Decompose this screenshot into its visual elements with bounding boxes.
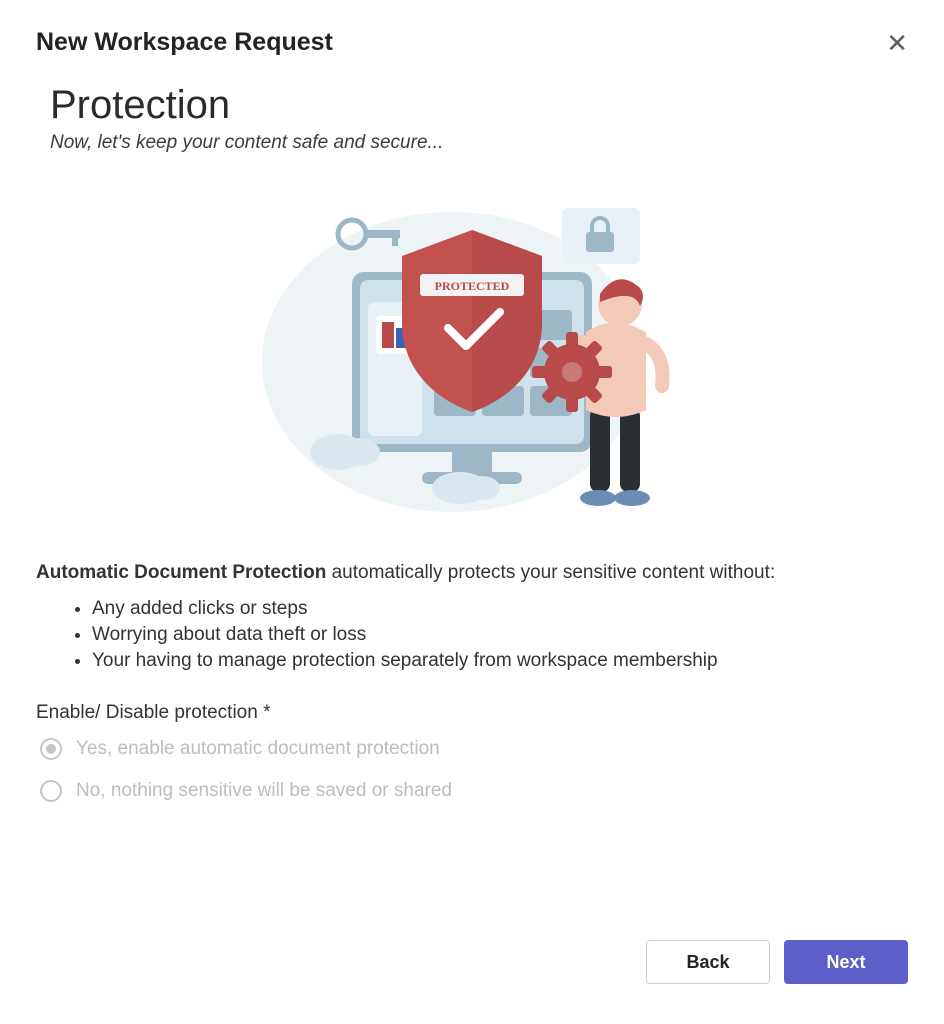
radio-option-yes[interactable]: Yes, enable automatic document protectio… (40, 738, 908, 760)
protection-radio-group: Yes, enable automatic document protectio… (40, 738, 908, 802)
list-item: Any added clicks or steps (92, 598, 908, 620)
protection-illustration-svg: PROTECTED (242, 182, 702, 522)
page-title: Protection (50, 83, 908, 128)
dialog-header: New Workspace Request ✕ (36, 28, 908, 57)
benefits-list: Any added clicks or steps Worrying about… (92, 598, 908, 672)
dialog-title: New Workspace Request (36, 28, 333, 57)
next-button[interactable]: Next (784, 940, 908, 984)
radio-label: Yes, enable automatic document protectio… (76, 738, 440, 760)
close-button[interactable]: ✕ (886, 30, 908, 56)
description-lead-rest: automatically protects your sensitive co… (326, 562, 775, 583)
shield-badge-text: PROTECTED (435, 279, 510, 293)
radio-icon (40, 738, 62, 760)
description-lead: Automatic Document Protection automatica… (36, 562, 908, 584)
close-icon: ✕ (886, 28, 908, 58)
radio-option-no[interactable]: No, nothing sensitive will be saved or s… (40, 780, 908, 802)
radio-label: No, nothing sensitive will be saved or s… (76, 780, 452, 802)
dialog-footer: Back Next (646, 940, 908, 984)
protection-field-label: Enable/ Disable protection * (36, 702, 908, 724)
lock-folder-icon (562, 208, 640, 264)
list-item: Worrying about data theft or loss (92, 624, 908, 646)
description-lead-bold: Automatic Document Protection (36, 562, 326, 583)
radio-icon (40, 780, 62, 802)
page-subtitle: Now, let's keep your content safe and se… (50, 132, 908, 154)
list-item: Your having to manage protection separat… (92, 650, 908, 672)
protection-illustration: PROTECTED (36, 182, 908, 522)
back-button[interactable]: Back (646, 940, 770, 984)
